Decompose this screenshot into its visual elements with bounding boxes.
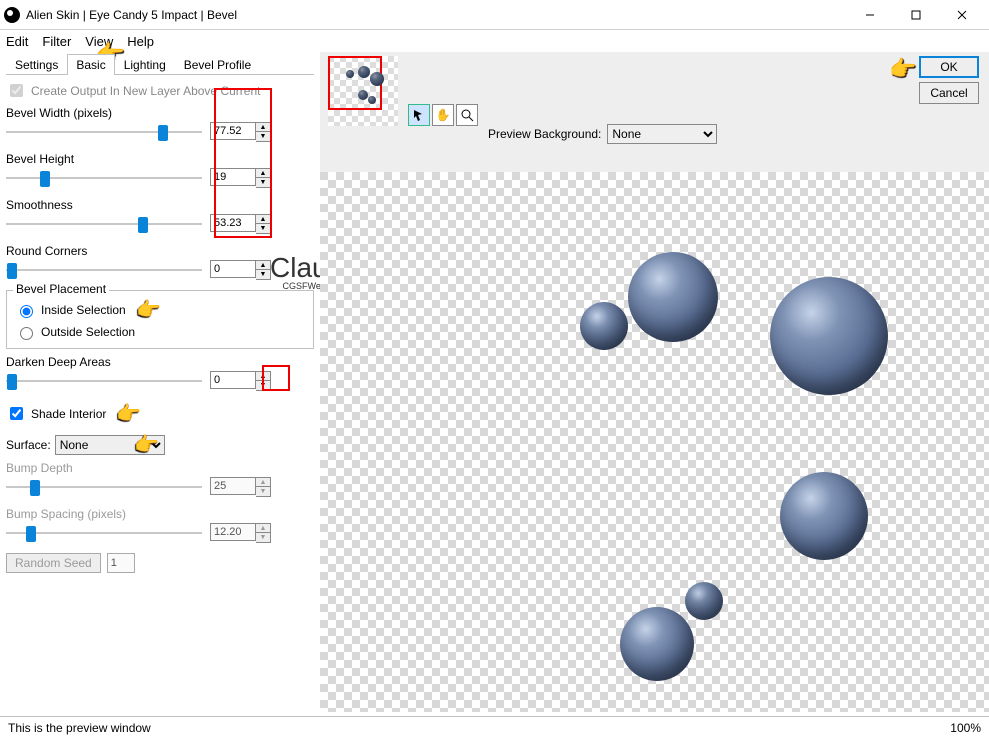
- smoothness-spinner[interactable]: ▲▼: [256, 214, 271, 234]
- hand-tool-icon[interactable]: ✋: [432, 104, 454, 126]
- preview-sphere: [685, 582, 723, 620]
- preview-area: ✋ Preview Background: None 👉 OK Cancel: [320, 52, 989, 712]
- cancel-button[interactable]: Cancel: [919, 82, 979, 104]
- window-title: Alien Skin | Eye Candy 5 Impact | Bevel: [26, 8, 847, 22]
- pointer-icon: 👈: [135, 432, 160, 457]
- surface-label: Surface:: [6, 438, 51, 452]
- menu-help[interactable]: Help: [127, 34, 154, 49]
- round-corners-input[interactable]: [210, 260, 256, 278]
- pointer-icon: 👈: [117, 401, 142, 426]
- inside-selection-radio[interactable]: [20, 305, 33, 318]
- pointer-icon: 👈: [137, 297, 162, 322]
- bevel-width-slider[interactable]: [6, 123, 202, 141]
- menu-bar: Edit Filter View Help 👉: [0, 30, 989, 52]
- bevel-width-spinner[interactable]: ▲▼: [256, 122, 271, 142]
- random-seed-input: [107, 553, 135, 573]
- bump-depth-spinner: ▲▼: [256, 477, 271, 497]
- outside-selection-radio[interactable]: [20, 327, 33, 340]
- darken-input[interactable]: [210, 371, 256, 389]
- preview-sphere: [580, 302, 628, 350]
- preview-sphere: [620, 607, 694, 681]
- preview-bg-label: Preview Background:: [488, 127, 601, 141]
- bump-depth-label: Bump Depth: [6, 461, 314, 475]
- round-corners-slider[interactable]: [6, 261, 202, 279]
- preview-thumbnail[interactable]: [328, 56, 398, 126]
- random-seed-button: Random Seed: [6, 553, 101, 573]
- bevel-height-label: Bevel Height: [6, 152, 314, 166]
- bevel-height-input[interactable]: [210, 168, 256, 186]
- darken-slider[interactable]: [6, 372, 202, 390]
- tab-basic[interactable]: Basic: [67, 54, 114, 75]
- darken-label: Darken Deep Areas: [6, 355, 314, 369]
- title-bar: Alien Skin | Eye Candy 5 Impact | Bevel: [0, 0, 989, 30]
- smoothness-label: Smoothness: [6, 198, 314, 212]
- tab-bevel-profile[interactable]: Bevel Profile: [175, 54, 260, 75]
- close-button[interactable]: [939, 1, 985, 29]
- tab-lighting[interactable]: Lighting: [115, 54, 175, 75]
- ok-button[interactable]: OK: [919, 56, 979, 78]
- darken-spinner[interactable]: ▲▼: [256, 371, 271, 391]
- bump-spacing-slider: [6, 524, 202, 542]
- shade-interior-checkbox[interactable]: [10, 407, 23, 420]
- create-output-row: Create Output In New Layer Above Current: [6, 81, 314, 100]
- bevel-height-slider[interactable]: [6, 169, 202, 187]
- preview-sphere: [770, 277, 888, 395]
- app-icon: [4, 7, 20, 23]
- outside-selection-label: Outside Selection: [41, 325, 135, 339]
- smoothness-slider[interactable]: [6, 215, 202, 233]
- minimize-button[interactable]: [847, 1, 893, 29]
- arrow-tool-icon[interactable]: [408, 104, 430, 126]
- settings-panel: Settings Basic Lighting Bevel Profile Cr…: [0, 52, 320, 712]
- preview-toolbar: ✋ Preview Background: None 👉 OK Cancel: [320, 52, 989, 172]
- tab-settings[interactable]: Settings: [6, 54, 67, 75]
- bump-spacing-input: [210, 523, 256, 541]
- create-output-checkbox: [10, 84, 23, 97]
- create-output-label: Create Output In New Layer Above Current: [31, 84, 260, 98]
- inside-selection-label: Inside Selection: [41, 303, 126, 317]
- menu-filter[interactable]: Filter: [42, 34, 71, 49]
- zoom-level: 100%: [950, 721, 981, 735]
- round-corners-label: Round Corners: [6, 244, 314, 258]
- bevel-placement-title: Bevel Placement: [13, 282, 109, 296]
- bump-depth-slider: [6, 478, 202, 496]
- bump-spacing-label: Bump Spacing (pixels): [6, 507, 314, 521]
- bevel-height-spinner[interactable]: ▲▼: [256, 168, 271, 188]
- smoothness-input[interactable]: [210, 214, 256, 232]
- bevel-width-label: Bevel Width (pixels): [6, 106, 314, 120]
- menu-edit[interactable]: Edit: [6, 34, 28, 49]
- preview-sphere: [780, 472, 868, 560]
- preview-canvas[interactable]: [320, 172, 989, 712]
- tab-bar: Settings Basic Lighting Bevel Profile: [6, 54, 314, 75]
- shade-interior-label: Shade Interior: [31, 407, 106, 421]
- status-text: This is the preview window: [8, 721, 151, 735]
- bump-spacing-spinner: ▲▼: [256, 523, 271, 543]
- maximize-button[interactable]: [893, 1, 939, 29]
- pointer-icon: 👉: [889, 56, 916, 82]
- preview-sphere: [628, 252, 718, 342]
- round-corners-spinner[interactable]: ▲▼: [256, 260, 271, 280]
- bump-depth-input: [210, 477, 256, 495]
- preview-bg-select[interactable]: None: [607, 124, 717, 144]
- status-bar: This is the preview window 100%: [0, 716, 989, 738]
- bevel-width-input[interactable]: [210, 122, 256, 140]
- bevel-placement-group: Bevel Placement Inside Selection 👈 Outsi…: [6, 290, 314, 349]
- zoom-tool-icon[interactable]: [456, 104, 478, 126]
